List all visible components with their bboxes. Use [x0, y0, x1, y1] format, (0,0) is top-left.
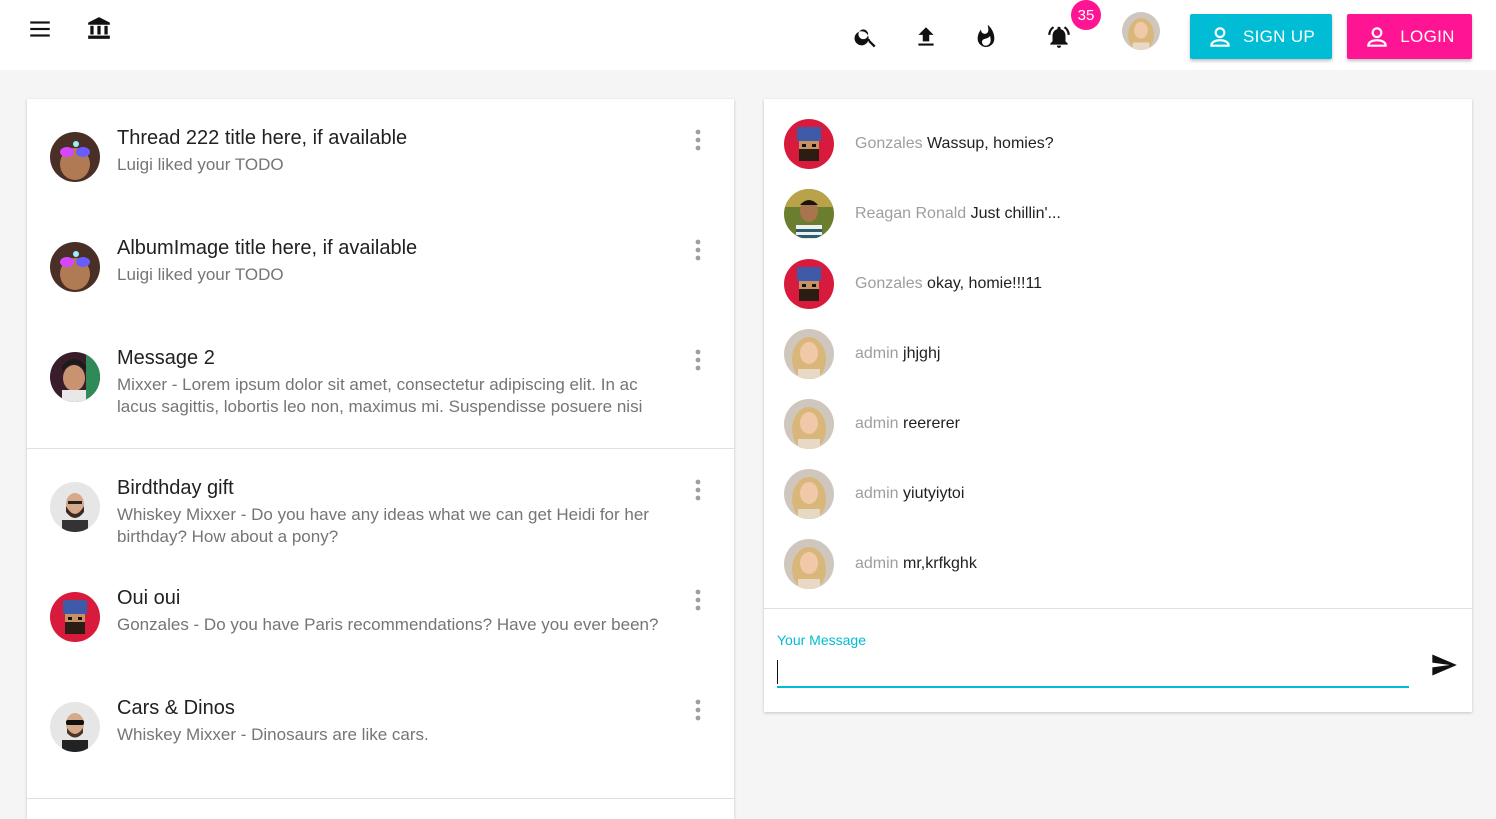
- item-subtitle: Mixxer - Lorem ipsum dolor sit amet, con…: [117, 375, 643, 416]
- item-title: Oui oui: [117, 587, 181, 609]
- chat-message: admin yiutyiytoi: [764, 449, 1472, 519]
- more-vert-icon[interactable]: [689, 237, 707, 263]
- more-vert-icon[interactable]: [689, 127, 707, 153]
- message-input[interactable]: [777, 655, 1409, 688]
- bearded-man-avatar: [50, 482, 100, 532]
- chat-panel: Gonzales Wassup, homies? Reagan Ronald J…: [764, 99, 1472, 712]
- message-line: admin yiutyiytoi: [855, 485, 964, 503]
- upload-icon[interactable]: [910, 21, 942, 53]
- item-subtitle: Whiskey Mixxer - Dinosaurs are like cars…: [117, 725, 429, 744]
- message-author[interactable]: admin: [855, 415, 899, 432]
- bell-icon[interactable]: [1043, 21, 1075, 53]
- list-item[interactable]: Cars & Dinos Whiskey Mixxer - Dinosaurs …: [27, 669, 734, 779]
- blonde-woman-avatar[interactable]: [784, 539, 834, 589]
- bank-icon[interactable]: [83, 12, 115, 44]
- kid-avatar: [50, 352, 100, 402]
- login-label: LOGIN: [1400, 26, 1455, 46]
- list-item[interactable]: Thread 222 title here, if available Luig…: [27, 99, 734, 209]
- item-subtitle: Whiskey Mixxer - Do you have any ideas w…: [117, 505, 649, 546]
- pixel-beanie-avatar[interactable]: [784, 119, 834, 169]
- message-line: admin reererer: [855, 415, 960, 433]
- item-title: Cars & Dinos: [117, 697, 235, 719]
- send-icon[interactable]: [1429, 650, 1459, 680]
- search-icon[interactable]: [850, 21, 882, 53]
- item-title: Birdthday gift: [117, 477, 234, 499]
- message-author[interactable]: Gonzales: [855, 275, 923, 292]
- more-vert-icon[interactable]: [689, 587, 707, 613]
- more-vert-icon[interactable]: [689, 697, 707, 723]
- sign-up-label: SIGN UP: [1242, 26, 1315, 46]
- chat-message: admin reererer: [764, 379, 1472, 449]
- message-line: Gonzales Wassup, homies?: [855, 135, 1054, 153]
- message-text: reererer: [903, 415, 960, 432]
- message-author[interactable]: admin: [855, 345, 899, 362]
- text-caret: [777, 660, 778, 684]
- person-icon: [1367, 26, 1388, 47]
- item-title: Thread 222 title here, if available: [117, 127, 408, 149]
- message-text: Just chillin'...: [970, 205, 1061, 222]
- top-app-bar: 35 SIGN UP LOGIN: [0, 0, 1496, 70]
- notifications-list: Thread 222 title here, if available Luig…: [27, 99, 734, 819]
- neon-glasses-avatar: [50, 132, 100, 182]
- message-author[interactable]: Reagan Ronald: [855, 205, 966, 222]
- message-text: yiutyiytoi: [903, 485, 965, 502]
- chat-message: Gonzales Wassup, homies?: [764, 99, 1472, 169]
- person-icon: [1210, 26, 1230, 47]
- message-text: mr,krfkghk: [903, 555, 977, 572]
- chat-divider: [764, 608, 1472, 609]
- item-subtitle: Luigi liked your TODO: [117, 265, 284, 284]
- pixel-beanie-avatar: [50, 592, 100, 642]
- blonde-woman-avatar[interactable]: [784, 469, 834, 519]
- sunglasses-man-avatar: [50, 702, 100, 752]
- item-subtitle: Gonzales - Do you have Paris recommendat…: [117, 615, 659, 634]
- neon-glasses-avatar: [50, 242, 100, 292]
- more-vert-icon[interactable]: [689, 347, 707, 373]
- user-avatar[interactable]: [1122, 12, 1160, 50]
- message-text: jhjghj: [903, 345, 941, 362]
- list-item[interactable]: Oui oui Gonzales - Do you have Paris rec…: [27, 559, 734, 669]
- message-line: admin mr,krfkghk: [855, 555, 977, 573]
- message-line: admin jhjghj: [855, 345, 940, 363]
- item-title: AlbumImage title here, if available: [117, 237, 418, 259]
- more-vert-icon[interactable]: [689, 477, 707, 503]
- pixel-beanie-avatar[interactable]: [784, 259, 834, 309]
- group-divider: [27, 798, 734, 799]
- message-author[interactable]: Gonzales: [855, 135, 923, 152]
- message-text: Wassup, homies?: [927, 135, 1054, 152]
- item-title: Message 2: [117, 347, 215, 369]
- notification-count-badge: 35: [1071, 0, 1101, 30]
- blonde-woman-avatar[interactable]: [784, 329, 834, 379]
- message-line: Gonzales okay, homie!!!11: [855, 275, 1042, 293]
- chat-message: Gonzales okay, homie!!!11: [764, 239, 1472, 309]
- list-item[interactable]: Birdthday gift Whiskey Mixxer - Do you h…: [27, 449, 734, 559]
- message-author[interactable]: admin: [855, 485, 899, 502]
- message-line: Reagan Ronald Just chillin'...: [855, 205, 1061, 223]
- chat-message: admin jhjghj: [764, 309, 1472, 379]
- message-author[interactable]: admin: [855, 555, 899, 572]
- message-text: okay, homie!!!11: [927, 275, 1043, 292]
- chat-message: admin mr,krfkghk: [764, 519, 1472, 589]
- flame-icon[interactable]: [970, 21, 1002, 53]
- message-input-label: Your Message: [777, 632, 866, 648]
- menu-icon[interactable]: [24, 13, 56, 45]
- blonde-woman-avatar[interactable]: [784, 399, 834, 449]
- login-button[interactable]: LOGIN: [1347, 14, 1472, 59]
- list-item[interactable]: Message 2 Mixxer - Lorem ipsum dolor sit…: [27, 319, 734, 429]
- item-subtitle: Luigi liked your TODO: [117, 155, 284, 174]
- sign-up-button[interactable]: SIGN UP: [1190, 14, 1332, 59]
- chat-message: Reagan Ronald Just chillin'...: [764, 169, 1472, 239]
- outdoor-man-avatar[interactable]: [784, 189, 834, 239]
- list-item[interactable]: AlbumImage title here, if available Luig…: [27, 209, 734, 319]
